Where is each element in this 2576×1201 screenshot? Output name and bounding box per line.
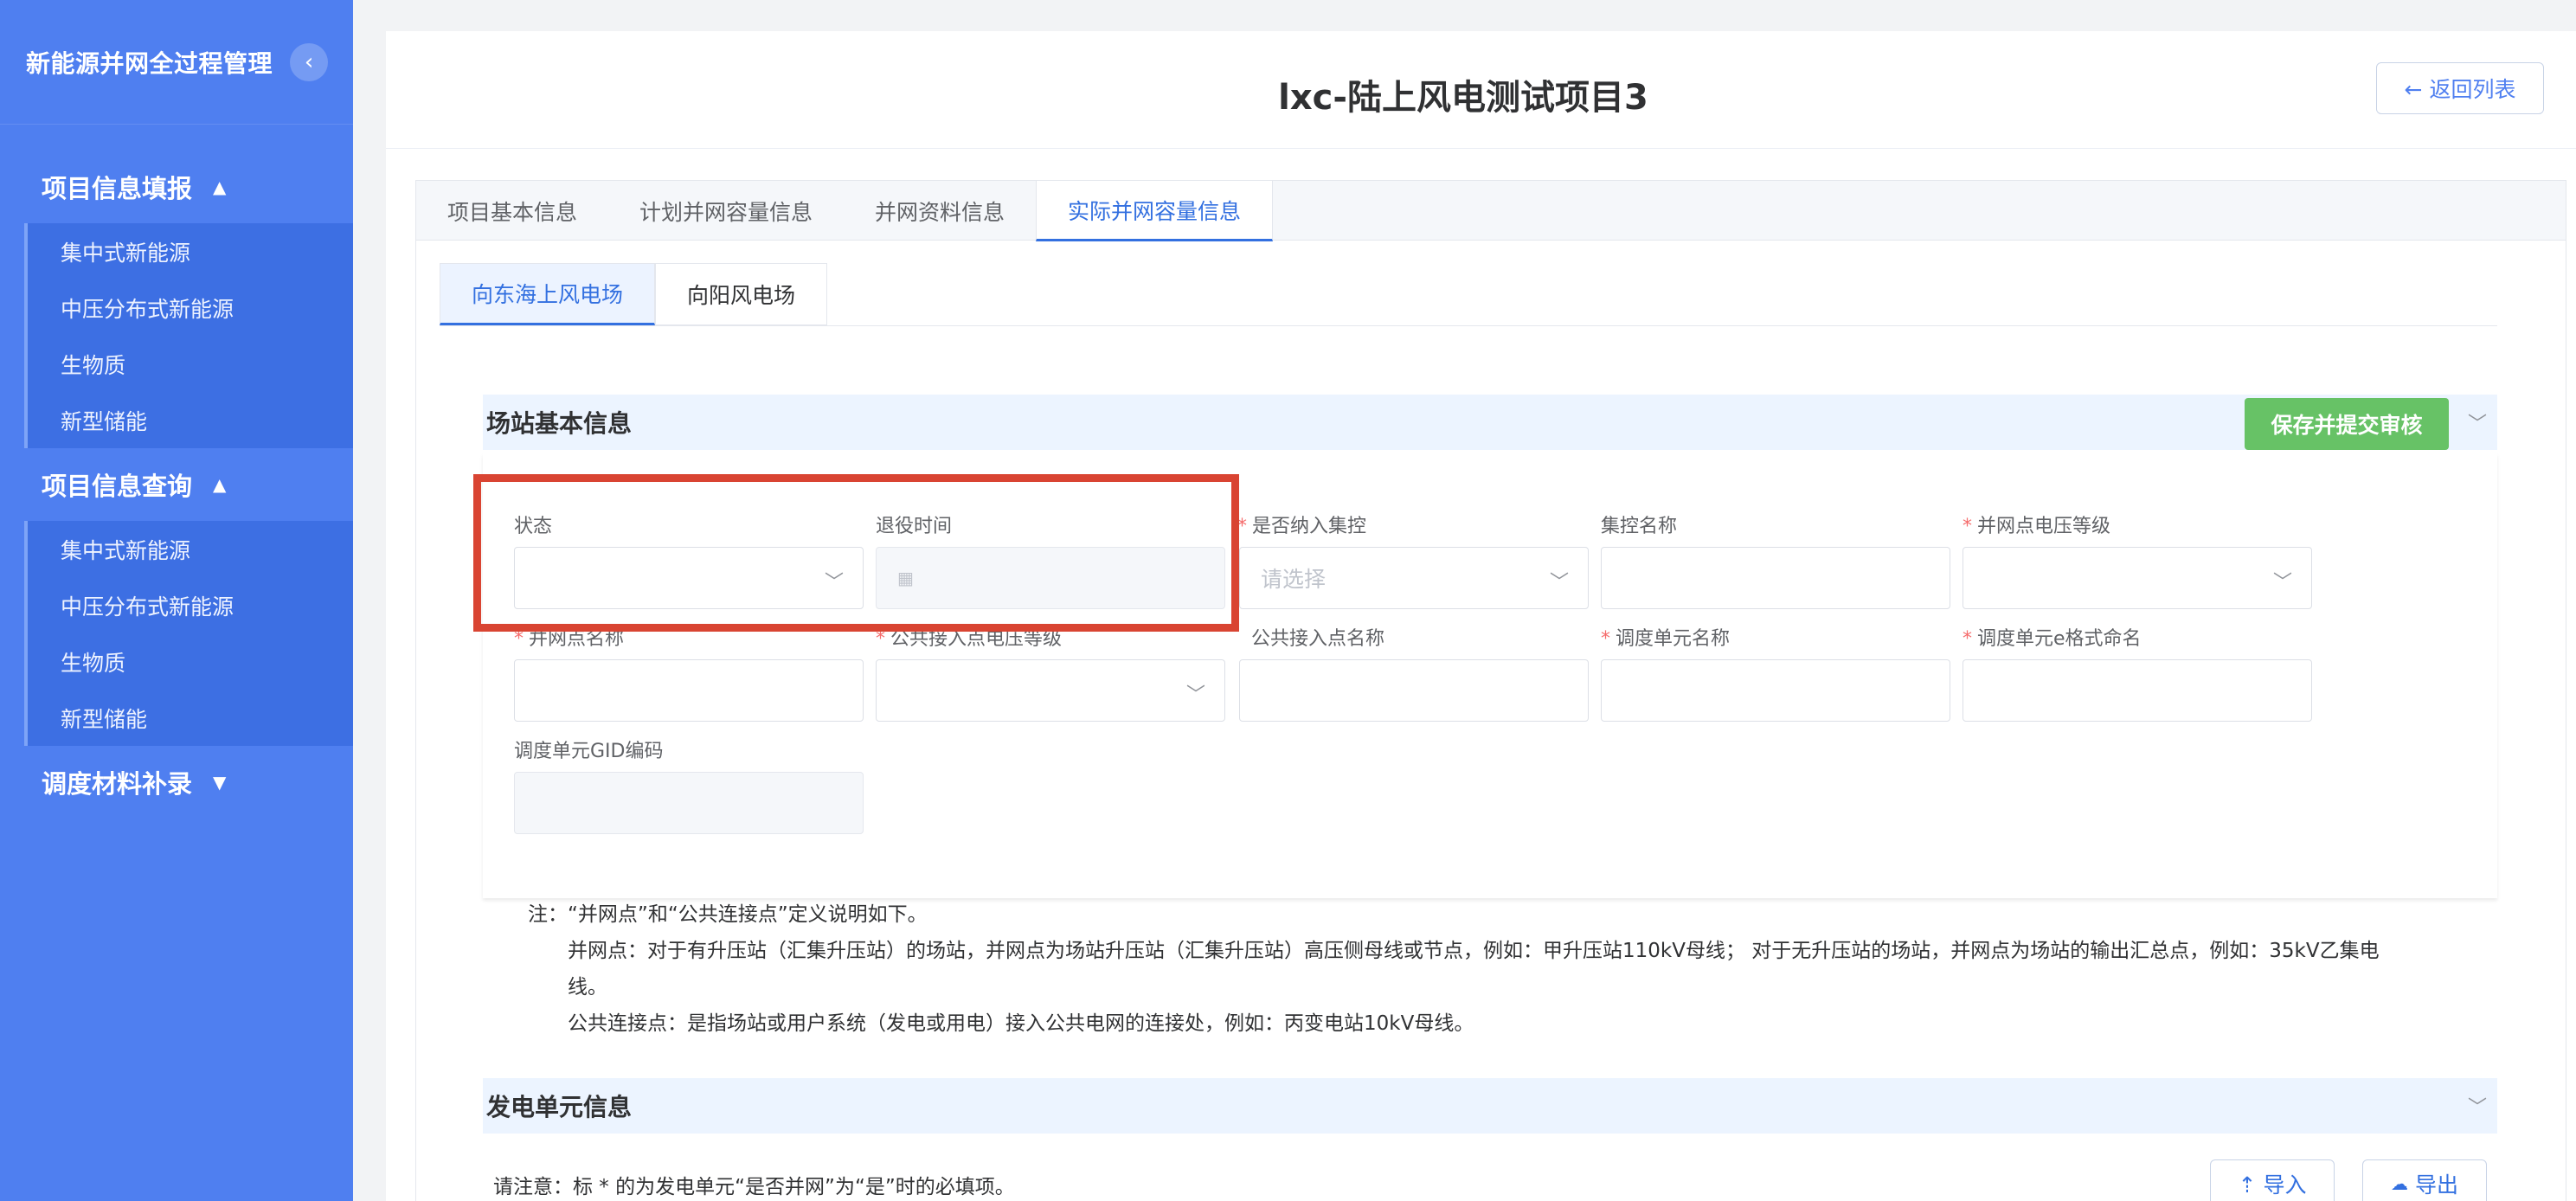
sidebar-item-centralized[interactable]: 集中式新能源	[28, 223, 353, 279]
dispatch-unit-e-label: * 调度单元e格式命名	[1963, 628, 2142, 650]
label-text: 退役时间	[876, 516, 953, 537]
main-tabs: 项目基本信息 计划并网容量信息 并网资料信息 实际并网容量信息	[415, 180, 2566, 241]
dispatch-gid-label: 调度单元GID编码	[514, 735, 663, 763]
menu-header-fill[interactable]: 项目信息填报 ▲	[0, 151, 353, 223]
label-text: 公共接入点电压等级	[890, 628, 1063, 650]
dispatch-gid-input[interactable]	[514, 772, 864, 834]
calendar-icon: ▦	[897, 568, 914, 588]
station-section-header: 场站基本信息 ﹀	[483, 395, 2497, 450]
chevron-down-icon[interactable]: ﹀	[2468, 408, 2487, 436]
label-text: 集控名称	[1601, 516, 1678, 537]
tab-grid-docs[interactable]: 并网资料信息	[844, 181, 1036, 241]
label-text: 调度单元GID编码	[514, 741, 664, 762]
grid-voltage-select[interactable]: ﹀	[1963, 547, 2312, 609]
sidebar: 新能源并网全过程管理 ‹ 项目信息填报 ▲ 集中式新能源 中压分布式新能源 生物…	[0, 0, 353, 1201]
status-select[interactable]: ﹀	[514, 547, 864, 609]
sidebar-item-distributed[interactable]: 中压分布式新能源	[28, 279, 353, 336]
central-control-select[interactable]: 请选择 ﹀	[1239, 547, 1589, 609]
chevron-down-icon: ﹀	[1549, 572, 1569, 594]
sidebar-item-biomass[interactable]: 生物质	[28, 336, 353, 392]
divider	[440, 325, 2497, 326]
note-line: 注：“并网点”和“公共连接点”定义说明如下。	[528, 903, 928, 926]
dispatch-unit-name-input[interactable]	[1601, 659, 1950, 722]
cloud-upload-icon: ☁	[2390, 1173, 2408, 1194]
public-point-name-input[interactable]	[1239, 659, 1589, 722]
page-title: lxc-陆上风电测试项目3	[1278, 78, 1648, 118]
menu-group-dispatch: 调度材料补录 ▼	[0, 746, 353, 819]
dispatch-unit-e-input[interactable]	[1963, 659, 2312, 722]
subtab-xiangdong[interactable]: 向东海上风电场	[440, 263, 656, 325]
menu-header-query[interactable]: 项目信息查询 ▲	[0, 448, 353, 521]
label-text: 是否纳入集控	[1252, 516, 1367, 537]
chevron-down-icon[interactable]: ﹀	[2468, 1092, 2487, 1120]
collapse-sidebar-icon[interactable]: ‹	[290, 42, 329, 81]
public-voltage-select[interactable]: ﹀	[876, 659, 1225, 722]
central-control-label: * 是否纳入集控	[1237, 516, 1367, 537]
public-point-name-label: 公共接入点名称	[1251, 623, 1384, 651]
section-title: 发电单元信息	[486, 1093, 633, 1121]
label-text: 并网点名称	[529, 628, 625, 650]
app-title: 新能源并网全过程管理	[26, 48, 273, 78]
menu-group-fill: 项目信息填报 ▲ 集中式新能源 中压分布式新能源 生物质 新型储能	[0, 151, 353, 448]
label-text: 调度单元e格式命名	[1977, 628, 2142, 650]
label-text: 公共接入点名称	[1251, 628, 1385, 650]
page-header: lxc-陆上风电测试项目3 ← 返回列表	[386, 31, 2576, 149]
submenu-fill: 集中式新能源 中压分布式新能源 生物质 新型储能	[24, 223, 353, 448]
grid-point-name-input[interactable]	[514, 659, 864, 722]
definition-note: 注：“并网点”和“公共连接点”定义说明如下。 并网点：对于有升压站（汇集升压站）…	[528, 896, 2449, 1042]
retire-time-label: 退役时间	[876, 511, 952, 538]
note-line: 并网点：对于有升压站（汇集升压站）的场站，并网点为场站升压站（汇集升压站）高压侧…	[568, 940, 2380, 962]
brand-header: 新能源并网全过程管理 ‹	[0, 0, 353, 125]
tab-actual-capacity[interactable]: 实际并网容量信息	[1036, 181, 1274, 241]
control-name-label: 集控名称	[1601, 511, 1677, 538]
select-placeholder: 请选择	[1261, 567, 1327, 592]
chevron-down-icon: ﹀	[824, 572, 844, 594]
menu-group-query: 项目信息查询 ▲ 集中式新能源 中压分布式新能源 生物质 新型储能	[0, 448, 353, 746]
retire-time-datepicker[interactable]: ▦	[876, 547, 1225, 609]
unit-section-header: 发电单元信息 ﹀	[483, 1078, 2497, 1134]
sidebar-item-storage[interactable]: 新型储能	[28, 690, 353, 746]
note-line: 公共连接点：是指场站或用户系统（发电或用电）接入公共电网的连接处，例如：丙变电站…	[568, 1012, 1474, 1035]
grid-voltage-label: * 并网点电压等级	[1963, 516, 2111, 537]
export-button[interactable]: ☁ 导出	[2362, 1159, 2487, 1201]
sidebar-item-centralized[interactable]: 集中式新能源	[28, 521, 353, 577]
section-title: 场站基本信息	[486, 409, 633, 438]
caret-up-icon: ▲	[213, 177, 227, 197]
control-name-input[interactable]	[1601, 547, 1950, 609]
label-text: 并网点电压等级	[1977, 516, 2111, 537]
back-to-list-button[interactable]: ← 返回列表	[2376, 62, 2544, 114]
tab-basic-info[interactable]: 项目基本信息	[416, 181, 608, 241]
submenu-query: 集中式新能源 中压分布式新能源 生物质 新型储能	[24, 521, 353, 746]
menu-header-label: 调度材料补录	[42, 769, 193, 799]
import-button[interactable]: ⇡ 导入	[2210, 1159, 2335, 1201]
chevron-down-icon: ﹀	[1185, 684, 1205, 706]
grid-point-name-label: * 并网点名称	[514, 628, 625, 650]
subtab-xiangyang[interactable]: 向阳风电场	[655, 263, 828, 325]
menu-header-label: 项目信息查询	[42, 472, 193, 501]
sidebar-item-storage[interactable]: 新型储能	[28, 392, 353, 448]
caret-up-icon: ▲	[213, 474, 227, 495]
dispatch-unit-name-label: * 调度单元名称	[1601, 628, 1731, 650]
tab-planned-capacity[interactable]: 计划并网容量信息	[608, 181, 844, 241]
label-text: 状态	[514, 516, 553, 537]
label-text: 调度单元名称	[1616, 628, 1731, 650]
station-form: 状态 退役时间 * 是否纳入集控 集控名称 * 并网点电压等级 ﹀ ▦ 请选择 ﹀ ﹀…	[483, 453, 2497, 898]
export-label: 导出	[2414, 1172, 2458, 1198]
menu-header-dispatch[interactable]: 调度材料补录 ▼	[0, 746, 353, 819]
caret-down-icon: ▼	[213, 772, 227, 793]
public-voltage-label: * 公共接入点电压等级	[876, 628, 1063, 650]
sidebar-item-distributed[interactable]: 中压分布式新能源	[28, 577, 353, 633]
station-subtabs: 向东海上风电场 向阳风电场	[440, 263, 828, 325]
save-submit-button[interactable]: 保存并提交审核	[2245, 398, 2449, 450]
chevron-down-icon: ﹀	[2272, 572, 2292, 594]
sidebar-item-biomass[interactable]: 生物质	[28, 633, 353, 690]
required-field-note: 请注意：标 * 的为发电单元“是否并网”为“是”时的必填项。	[493, 1176, 1015, 1198]
note-line: 线。	[568, 976, 607, 999]
status-label: 状态	[514, 511, 552, 538]
menu-header-label: 项目信息填报	[42, 174, 193, 203]
